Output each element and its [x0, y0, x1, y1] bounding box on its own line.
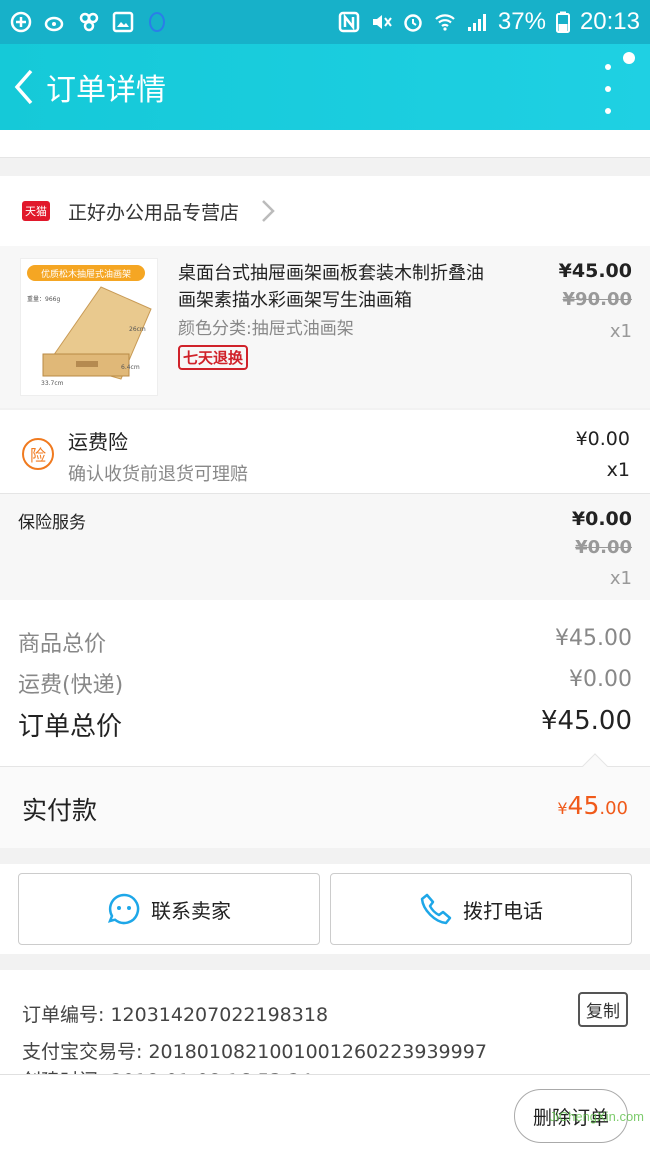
- app-bar: 订单详情: [0, 44, 650, 130]
- goods-total-label: 商品总价: [18, 632, 107, 657]
- product-spec: 颜色分类:抽屉式油画架: [178, 319, 354, 339]
- product-title: 桌面台式抽屉画架画板套装木制折叠油画架素描水彩画架写生油画箱: [178, 263, 484, 311]
- product-original-price: ¥90.00: [562, 289, 632, 310]
- signal-icon: [467, 14, 486, 31]
- order-number: 订单编号: 120314207022198318: [22, 1004, 329, 1026]
- insurance-price: ¥0.00: [575, 428, 630, 450]
- mute-icon: [372, 15, 392, 29]
- insurance-title: 运费险: [68, 430, 128, 454]
- call-phone-button[interactable]: 拨打电话: [330, 873, 632, 945]
- back-button[interactable]: [0, 44, 46, 130]
- alarm-icon: [404, 14, 422, 32]
- paid-amount: ¥45.00: [557, 791, 628, 820]
- totals-section: 商品总价 ¥45.00 运费(快递) ¥0.00 订单总价 ¥45.00: [0, 600, 650, 766]
- shop-row[interactable]: 天猫 正好办公用品专营店: [0, 176, 650, 246]
- shipping-row: 运费(快递) ¥0.00: [18, 667, 632, 699]
- status-bar: 37% 20:13: [0, 0, 650, 44]
- product-price: ¥45.00: [558, 260, 632, 282]
- service-title: 保险服务: [18, 513, 86, 533]
- clock: 20:13: [579, 8, 640, 35]
- product-item[interactable]: 优质松木抽屉式油画架 重量：966g 26cm 33.7cm 6.4cm 桌面台…: [0, 246, 650, 408]
- thumb-banner: 优质松木抽屉式油画架: [41, 268, 131, 280]
- battery-percent: 37%: [497, 8, 546, 35]
- chevron-right-icon: [262, 200, 275, 222]
- gallery-icon: [112, 11, 134, 33]
- weibo-icon: [44, 16, 64, 32]
- created-time: 创建时间: 2018-01-08 16:53:24: [22, 1066, 312, 1074]
- shipping-value: ¥0.00: [569, 667, 632, 692]
- insurance-service-row: 保险服务 ¥0.00 ¥0.00 x1: [0, 494, 650, 600]
- insurance-icon: 险: [22, 438, 54, 470]
- product-thumbnail[interactable]: 优质松木抽屉式油画架 重量：966g 26cm 33.7cm 6.4cm: [20, 258, 158, 396]
- action-bar: 联系卖家 拨打电话: [0, 864, 650, 954]
- paid-currency: ¥: [557, 799, 568, 818]
- insurance-subtitle: 确认收货前退货可理赔: [68, 464, 248, 485]
- chevron-left-icon: [14, 69, 33, 105]
- battery-icon: [555, 11, 570, 33]
- wifi-icon: [435, 14, 455, 31]
- app-icon: [79, 12, 99, 32]
- paid-decimal: .00: [599, 798, 628, 819]
- order-total-label: 订单总价: [18, 712, 123, 742]
- watermark: JiChengXin.com: [549, 1109, 644, 1124]
- page-title: 订单详情: [46, 73, 166, 108]
- thumb-weight: 重量：966g: [27, 295, 60, 303]
- product-quantity: x1: [609, 321, 632, 342]
- order-info-section: 订单编号: 120314207022198318 支付宝交易号: 2018010…: [0, 970, 650, 1074]
- thumb-dim-depth: 6.4cm: [121, 364, 140, 371]
- nfc-icon: [338, 11, 360, 33]
- contact-seller-label: 联系卖家: [151, 898, 231, 923]
- easel-image: 优质松木抽屉式油画架 重量：966g 26cm 33.7cm 6.4cm: [21, 259, 157, 395]
- service-quantity: x1: [609, 568, 632, 589]
- alipay-trade-number: 支付宝交易号: 2018010821001001260223939997: [22, 1041, 487, 1063]
- add-circle-icon: [10, 11, 32, 33]
- order-total-value: ¥45.00: [541, 706, 632, 736]
- service-price: ¥0.00: [571, 508, 632, 530]
- copy-button[interactable]: 复制: [578, 992, 628, 1027]
- notification-dot: [623, 52, 635, 64]
- bottom-bar: 删除订单 JiChengXin.com: [0, 1074, 650, 1155]
- thumb-dim-width: 33.7cm: [41, 380, 64, 387]
- thumb-dim-height: 26cm: [129, 326, 146, 333]
- shipping-label: 运费(快递): [18, 673, 124, 698]
- call-phone-label: 拨打电话: [463, 898, 543, 923]
- qq-icon: [149, 12, 165, 32]
- phone-icon: [420, 893, 452, 925]
- contact-seller-button[interactable]: 联系卖家: [18, 873, 320, 945]
- shop-name: 正好办公用品专营店: [68, 201, 240, 224]
- paid-label: 实付款: [22, 796, 98, 825]
- goods-total-value: ¥45.00: [555, 626, 632, 651]
- freight-insurance-row: 险 运费险 确认收货前退货可理赔 ¥0.00 x1: [0, 410, 650, 494]
- more-menu-button[interactable]: [596, 64, 620, 114]
- more-icon: [605, 64, 611, 70]
- goods-total-row: 商品总价 ¥45.00: [18, 626, 632, 658]
- insurance-quantity: x1: [606, 459, 630, 481]
- order-total-row: 订单总价 ¥45.00: [18, 706, 632, 743]
- divider: [0, 130, 650, 158]
- service-original-price: ¥0.00: [575, 537, 632, 558]
- paid-integer: 45: [567, 791, 600, 820]
- paid-section: 实付款 ¥45.00: [0, 753, 650, 848]
- return-policy-badge: 七天退换: [178, 345, 249, 370]
- tmall-badge: 天猫: [22, 201, 50, 221]
- chat-face-icon: [107, 893, 140, 925]
